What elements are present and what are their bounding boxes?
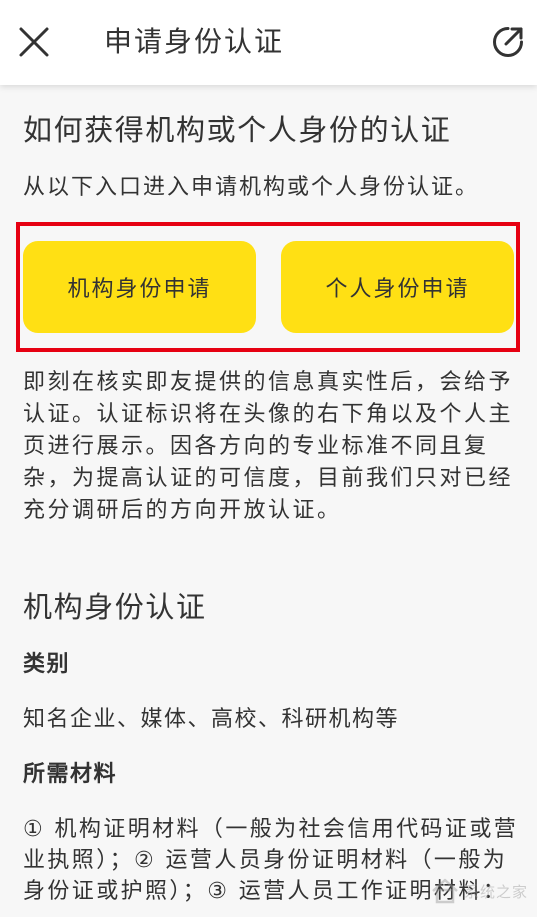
description-line: 认证。认证标识将在头像的右下角以及个人主 — [23, 402, 514, 427]
category-label: 类别 — [23, 652, 71, 677]
org-apply-button-label: 机构身份申请 — [67, 277, 212, 302]
materials-label: 所需材料 — [23, 762, 118, 787]
personal-apply-button[interactable]: 个人身份申请 — [281, 241, 514, 333]
page-title: 申请身份认证 — [104, 25, 285, 58]
category-value: 知名企业、媒体、高校、科研机构等 — [23, 707, 400, 732]
external-link-icon[interactable] — [491, 25, 525, 59]
personal-apply-button-label: 个人身份申请 — [325, 277, 470, 302]
top-bar: 申请身份认证 — [0, 0, 537, 85]
close-icon[interactable] — [17, 25, 51, 59]
org-apply-button[interactable]: 机构身份申请 — [23, 241, 256, 333]
watermark-logo: 系统之家 — [430, 868, 530, 914]
house-icon — [432, 878, 458, 904]
description-line: 页进行展示。因各方向的专业标准不同且复 — [23, 434, 489, 459]
watermark-text: 系统之家 — [464, 882, 529, 901]
materials-line: ① 机构证明材料（一般为社会信用代码证或营 — [23, 817, 519, 842]
description-line: 即刻在核实即友提供的信息真实性后，会给予 — [23, 370, 514, 395]
description-line: 杂，为提高认证的可信度，目前我们只对已经 — [23, 466, 514, 491]
org-section-heading: 机构身份认证 — [23, 590, 207, 624]
intro-subtitle: 从以下入口进入申请机构或个人身份认证。 — [23, 175, 480, 200]
description-line: 充分调研后的方向开放认证。 — [23, 498, 342, 523]
intro-heading: 如何获得机构或个人身份的认证 — [23, 113, 452, 147]
